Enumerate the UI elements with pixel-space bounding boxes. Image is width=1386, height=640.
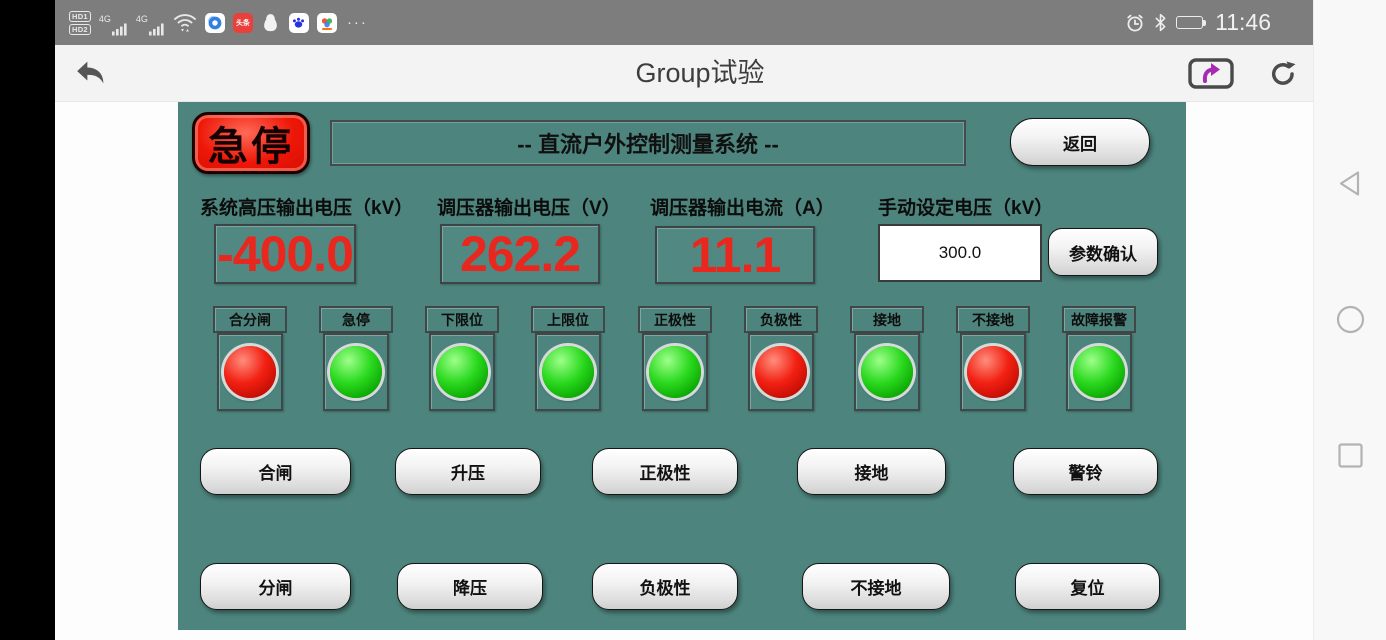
nav-home-icon[interactable] <box>1335 304 1366 335</box>
meter-label-reg-voltage: 调压器输出电压（V） <box>437 193 621 220</box>
open-switch-button[interactable]: 分闸 <box>200 563 351 610</box>
toutiao-app-icon: 头条 <box>233 13 253 33</box>
clock-time: 11:46 <box>1215 9 1271 36</box>
browser-app-icon <box>205 13 225 33</box>
reset-button[interactable]: 复位 <box>1015 563 1160 610</box>
indicator-label: 负极性 <box>744 306 818 333</box>
emergency-stop-button[interactable]: 急停 <box>192 112 310 174</box>
indicator-lamp-icon <box>960 333 1026 411</box>
meter-display-reg-current: 11.1 <box>655 226 815 284</box>
indicator-negative: 负极性 <box>744 306 818 333</box>
control-panel: 急停 -- 直流户外控制测量系统 -- 返回 系统高压输出电压（kV） 调压器输… <box>178 102 1186 630</box>
positive-polarity-button[interactable]: 正极性 <box>592 448 738 495</box>
meter-value-hv-output: -400.0 <box>217 225 353 283</box>
indicator-lamp-icon <box>323 333 389 411</box>
indicator-upper-limit: 上限位 <box>531 306 605 333</box>
battery-icon <box>1176 16 1206 29</box>
return-button[interactable]: 返回 <box>1010 118 1150 166</box>
alarm-bell-button[interactable]: 警铃 <box>1013 448 1158 495</box>
hd-volte-icons: HD1 HD2 <box>69 11 91 35</box>
qq-app-icon <box>261 13 281 33</box>
back-arrow-icon[interactable] <box>73 58 109 90</box>
negative-polarity-button[interactable]: 负极性 <box>592 563 738 610</box>
ground-button[interactable]: 接地 <box>797 448 946 495</box>
indicator-lower-limit: 下限位 <box>425 306 499 333</box>
indicator-grounded: 接地 <box>850 306 924 333</box>
raise-voltage-button[interactable]: 升压 <box>395 448 541 495</box>
hd2-icon: HD2 <box>69 24 91 35</box>
signal-sim1-icon: 4G <box>99 10 128 36</box>
indicator-label: 急停 <box>319 306 393 333</box>
indicator-label: 下限位 <box>425 306 499 333</box>
bluetooth-icon <box>1154 13 1167 32</box>
meter-display-reg-voltage: 262.2 <box>440 224 600 284</box>
nav-recents-icon[interactable] <box>1335 440 1366 471</box>
hd1-icon: HD1 <box>69 11 91 22</box>
meter-display-hv-output: -400.0 <box>214 224 356 284</box>
status-left-icons: HD1 HD2 4G 4G <box>69 10 368 36</box>
more-notifications-icon: ··· <box>347 14 368 31</box>
phone-screen: HD1 HD2 4G 4G <box>0 0 1386 640</box>
indicator-label: 故障报警 <box>1062 306 1136 333</box>
system-title-box: -- 直流户外控制测量系统 -- <box>330 120 966 166</box>
indicator-fault-alarm: 故障报警 <box>1062 306 1136 333</box>
indicator-lamp-icon <box>429 333 495 411</box>
indicator-lamp-icon <box>1066 333 1132 411</box>
status-bar: HD1 HD2 4G 4G <box>55 0 1313 45</box>
alarm-clock-icon <box>1125 13 1145 33</box>
indicator-label: 接地 <box>850 306 924 333</box>
page-title: Group试验 <box>545 45 855 102</box>
wifi-icon <box>173 13 197 32</box>
app-title-bar: Group试验 <box>55 45 1313 102</box>
indicator-label: 上限位 <box>531 306 605 333</box>
baidu-app-icon <box>289 13 309 33</box>
signal-sim2-icon: 4G <box>136 10 165 36</box>
indicator-lamp-icon <box>642 333 708 411</box>
meter-value-reg-current: 11.1 <box>690 226 781 284</box>
meter-label-hv-output: 系统高压输出电压（kV） <box>200 193 413 220</box>
indicator-ungrounded: 不接地 <box>956 306 1030 333</box>
refresh-icon[interactable] <box>1267 58 1299 90</box>
indicator-label: 不接地 <box>956 306 1030 333</box>
indicator-label: 合分闸 <box>213 306 287 333</box>
setpoint-input[interactable] <box>878 224 1042 282</box>
indicator-positive: 正极性 <box>638 306 712 333</box>
close-switch-button[interactable]: 合闸 <box>200 448 351 495</box>
indicator-lamp-icon <box>535 333 601 411</box>
meter-value-reg-voltage: 262.2 <box>460 225 580 283</box>
indicator-lamp-icon <box>854 333 920 411</box>
lower-voltage-button[interactable]: 降压 <box>397 563 543 610</box>
status-right-icons: 11:46 <box>1125 0 1271 45</box>
indicator-label: 正极性 <box>638 306 712 333</box>
indicator-lamp-icon <box>217 333 283 411</box>
confirm-parameters-button[interactable]: 参数确认 <box>1048 228 1158 276</box>
setpoint-label: 手动设定电压（kV） <box>878 193 1053 220</box>
camera-notch-strip <box>0 0 55 640</box>
colorful-app-icon <box>317 13 337 33</box>
android-nav-bar <box>1313 0 1386 640</box>
unground-button[interactable]: 不接地 <box>802 563 950 610</box>
indicator-breaker: 合分闸 <box>213 306 287 333</box>
float-window-icon[interactable] <box>1187 57 1235 90</box>
nav-back-icon[interactable] <box>1335 168 1366 199</box>
indicator-estop: 急停 <box>319 306 393 333</box>
indicator-lamp-icon <box>748 333 814 411</box>
meter-label-reg-current: 调压器输出电流（A） <box>650 193 835 220</box>
